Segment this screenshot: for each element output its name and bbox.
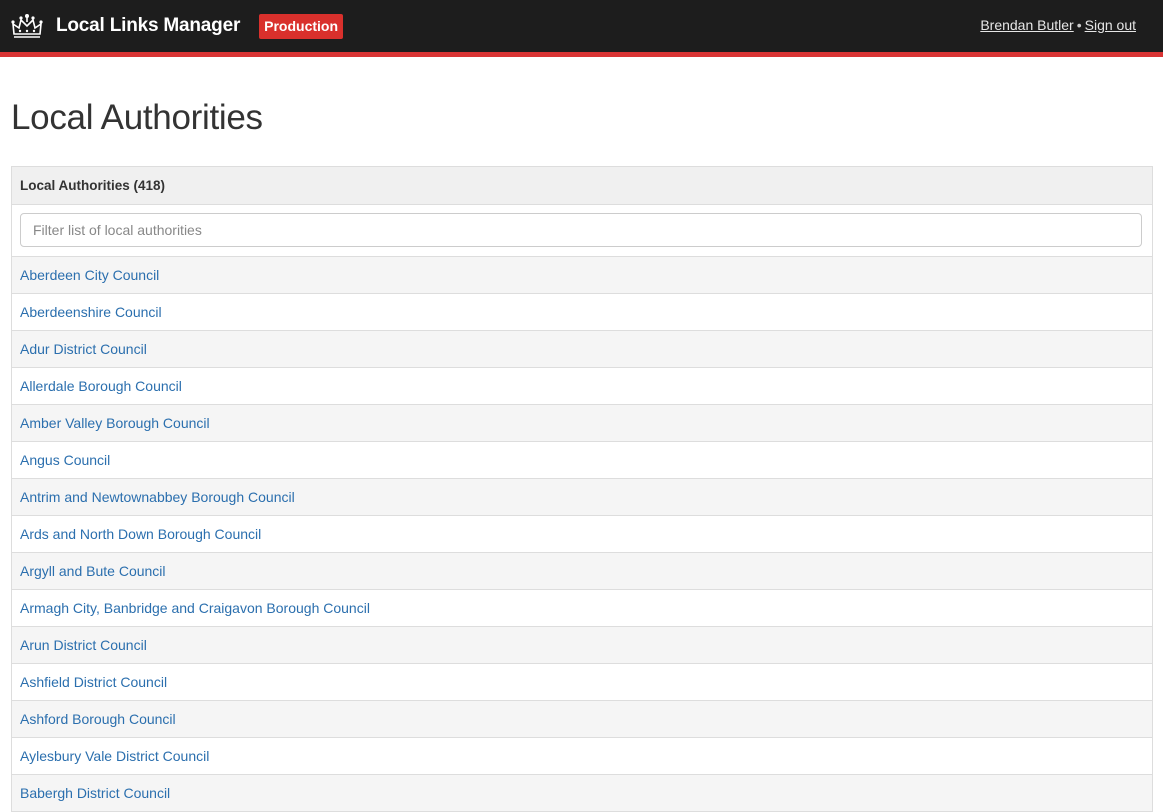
brand: Local Links Manager Production	[10, 0, 344, 52]
list-item: Ashford Borough Council	[12, 701, 1152, 738]
authority-link[interactable]: Ashfield District Council	[20, 674, 167, 690]
top-navbar: Local Links Manager Production Brendan B…	[0, 0, 1163, 57]
authority-link[interactable]: Angus Council	[20, 452, 110, 468]
authority-link[interactable]: Aylesbury Vale District Council	[20, 748, 209, 764]
authority-link[interactable]: Amber Valley Borough Council	[20, 415, 210, 431]
authority-link[interactable]: Adur District Council	[20, 341, 147, 357]
authority-link[interactable]: Antrim and Newtownabbey Borough Council	[20, 489, 295, 505]
list-item: Allerdale Borough Council	[12, 368, 1152, 405]
list-item: Arun District Council	[12, 627, 1152, 664]
list-item: Babergh District Council	[12, 775, 1152, 812]
authority-link[interactable]: Aberdeenshire Council	[20, 304, 162, 320]
list-item: Amber Valley Borough Council	[12, 405, 1152, 442]
filter-input[interactable]	[20, 213, 1142, 247]
authority-link[interactable]: Arun District Council	[20, 637, 147, 653]
user-profile-link[interactable]: Brendan Butler	[980, 17, 1073, 33]
page-title: Local Authorities	[11, 98, 263, 137]
authority-link[interactable]: Ashford Borough Council	[20, 711, 176, 727]
list-item: Ards and North Down Borough Council	[12, 516, 1152, 553]
environment-badge: Production	[259, 13, 344, 39]
list-item: Aylesbury Vale District Council	[12, 738, 1152, 775]
authority-link[interactable]: Babergh District Council	[20, 785, 170, 801]
panel-heading: Local Authorities (418)	[12, 167, 1152, 205]
list-item: Antrim and Newtownabbey Borough Council	[12, 479, 1152, 516]
list-item: Armagh City, Banbridge and Craigavon Bor…	[12, 590, 1152, 627]
list-item: Argyll and Bute Council	[12, 553, 1152, 590]
filter-container	[12, 205, 1152, 257]
authority-link[interactable]: Argyll and Bute Council	[20, 563, 166, 579]
authority-list: Aberdeen City Council Aberdeenshire Counc…	[12, 257, 1152, 812]
crown-icon	[11, 14, 43, 38]
list-item: Ashfield District Council	[12, 664, 1152, 701]
authorities-panel: Local Authorities (418) Aberdeen City Co…	[11, 166, 1153, 812]
user-nav: Brendan Butler • Sign out	[980, 17, 1136, 33]
authority-link[interactable]: Armagh City, Banbridge and Craigavon Bor…	[20, 600, 370, 616]
list-item: Angus Council	[12, 442, 1152, 479]
authority-link[interactable]: Allerdale Borough Council	[20, 378, 182, 394]
sign-out-link[interactable]: Sign out	[1085, 17, 1136, 33]
list-item: Aberdeenshire Council	[12, 294, 1152, 331]
authority-link[interactable]: Aberdeen City Council	[20, 267, 159, 283]
list-item: Aberdeen City Council	[12, 257, 1152, 294]
nav-separator: •	[1076, 17, 1082, 33]
authority-link[interactable]: Ards and North Down Borough Council	[20, 526, 261, 542]
app-name-link[interactable]: Local Links Manager	[56, 15, 240, 37]
list-item: Adur District Council	[12, 331, 1152, 368]
